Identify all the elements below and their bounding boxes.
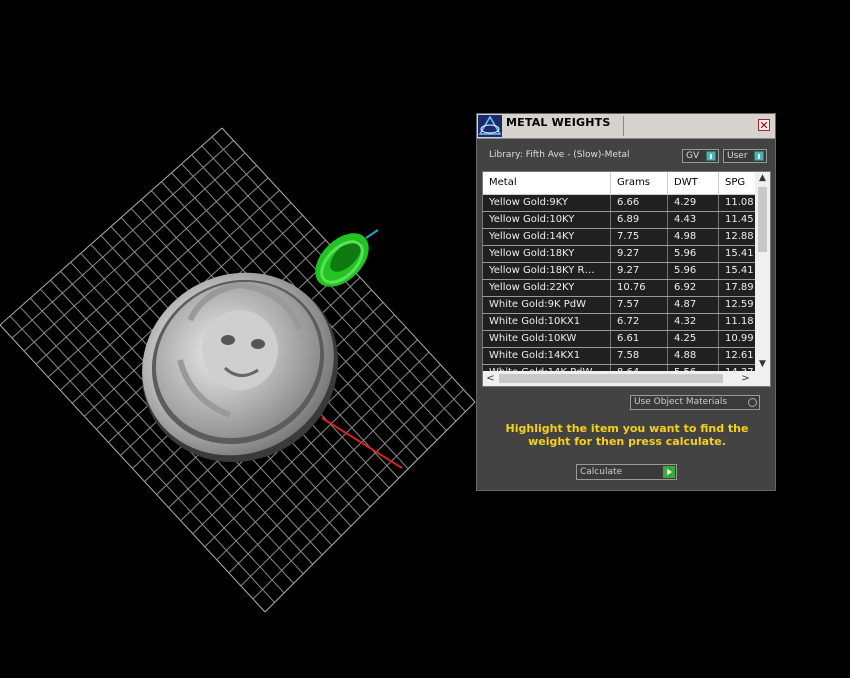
use-object-materials-label: Use Object Materials xyxy=(634,397,728,407)
panel-title: METAL WEIGHTS xyxy=(506,116,611,129)
table-row[interactable]: White Gold:10KW 6.61 4.25 10.99 xyxy=(483,331,755,348)
table-cell: 4.29 xyxy=(668,195,719,211)
close-icon[interactable]: ✕ xyxy=(758,119,770,131)
table-cell: 11.08 xyxy=(725,197,754,208)
table-row[interactable]: Yellow Gold:18KY 9.27 5.96 15.41 xyxy=(483,246,755,263)
table-cell: 11.45 xyxy=(725,214,754,225)
table-cell: 10.76 xyxy=(611,280,668,296)
table-cell: 7.75 xyxy=(611,229,668,245)
table-cell: Yellow Gold:18KY xyxy=(483,246,611,262)
table-cell: 12.59 xyxy=(725,299,754,310)
table-cell: 4.87 xyxy=(668,297,719,313)
scroll-down-icon[interactable]: ▼ xyxy=(755,358,770,371)
table-body: Yellow Gold:9KY 6.66 4.29 11.08 Yellow Gold:… xyxy=(483,195,755,382)
table-cell: 12.88 xyxy=(725,231,754,242)
table-cell: 11.18 xyxy=(725,316,754,327)
scroll-right-icon[interactable]: > xyxy=(738,371,753,386)
table-cell: 6.72 xyxy=(611,314,668,330)
column-header-metal[interactable]: Metal xyxy=(483,172,611,194)
toggle-switch-icon xyxy=(706,151,716,161)
metal-table[interactable]: Metal Grams DWT SPG Yellow Gold:9KY 6.66 4… xyxy=(482,171,771,387)
table-cell: 9.27 xyxy=(611,246,668,262)
table-row[interactable]: Yellow Gold:14KY 7.75 4.98 12.88 xyxy=(483,229,755,246)
table-header: Metal Grams DWT SPG xyxy=(483,172,755,195)
table-cell: Yellow Gold:9KY xyxy=(483,195,611,211)
table-cell: 6.66 xyxy=(611,195,668,211)
horizontal-scrollbar[interactable]: < > xyxy=(483,371,770,386)
scroll-left-icon[interactable]: < xyxy=(483,371,498,386)
title-divider xyxy=(623,116,624,136)
panel-titlebar[interactable]: METAL WEIGHTS ✕ xyxy=(477,114,775,139)
table-cell: White Gold:10KW xyxy=(483,331,611,347)
table-cell: 5.96 xyxy=(668,263,719,279)
table-cell: 4.32 xyxy=(668,314,719,330)
table-cell: 9.27 xyxy=(611,263,668,279)
lion-face xyxy=(202,310,278,390)
table-row[interactable]: Yellow Gold:10KY 6.89 4.43 11.45 xyxy=(483,212,755,229)
instruction-text: Highlight the item you want to find the … xyxy=(505,422,749,448)
table-cell: 17.89 xyxy=(725,282,754,293)
gv-toggle-label: GV xyxy=(686,151,700,161)
table-cell: Yellow Gold:10KY xyxy=(483,212,611,228)
column-header-dwt[interactable]: DWT xyxy=(668,172,719,194)
metal-weights-panel: METAL WEIGHTS ✕ Library: Fifth Ave - (Sl… xyxy=(476,113,776,491)
table-cell: 10.99 xyxy=(725,333,754,344)
toggle-switch-icon xyxy=(754,151,764,161)
table-cell: 15.41 xyxy=(725,248,754,259)
radio-icon[interactable] xyxy=(748,398,757,407)
table-row[interactable]: White Gold:9K PdW 7.57 4.87 12.59 xyxy=(483,297,755,314)
table-cell: 4.88 xyxy=(668,348,719,364)
use-object-materials-option[interactable]: Use Object Materials xyxy=(630,395,760,410)
user-toggle-label: User xyxy=(727,151,748,161)
table-cell: White Gold:10KX1 xyxy=(483,314,611,330)
table-cell: White Gold:9K PdW xyxy=(483,297,611,313)
library-label: Library: Fifth Ave - (Slow)-Metal xyxy=(489,150,630,160)
table-row[interactable]: Yellow Gold:22KY 10.76 6.92 17.89 xyxy=(483,280,755,297)
table-cell: 7.57 xyxy=(611,297,668,313)
column-header-grams[interactable]: Grams xyxy=(611,172,668,194)
table-cell: White Gold:14KX1 xyxy=(483,348,611,364)
pyramid-logo-icon xyxy=(478,115,502,137)
table-cell: 7.58 xyxy=(611,348,668,364)
gv-toggle[interactable]: GV xyxy=(682,149,719,163)
table-cell: Yellow Gold:18KY R… xyxy=(483,263,611,279)
table-cell: 12.61 xyxy=(725,350,754,361)
vertical-scroll-thumb[interactable] xyxy=(758,187,767,252)
table-cell: 6.92 xyxy=(668,280,719,296)
table-cell: 4.43 xyxy=(668,212,719,228)
x-axis-line xyxy=(321,417,403,469)
table-row[interactable]: White Gold:10KX1 6.72 4.32 11.18 xyxy=(483,314,755,331)
table-cell: Yellow Gold:22KY xyxy=(483,280,611,296)
table-cell: 6.89 xyxy=(611,212,668,228)
table-row[interactable]: White Gold:14KX1 7.58 4.88 12.61 xyxy=(483,348,755,365)
horizontal-scroll-thumb[interactable] xyxy=(499,374,723,383)
vertical-scrollbar[interactable]: ▲ ▼ xyxy=(755,172,770,371)
table-cell: 6.61 xyxy=(611,331,668,347)
table-cell: Yellow Gold:14KY xyxy=(483,229,611,245)
table-cell: 4.25 xyxy=(668,331,719,347)
table-row[interactable]: Yellow Gold:9KY 6.66 4.29 11.08 xyxy=(483,195,755,212)
play-arrow-icon[interactable] xyxy=(663,466,675,478)
table-cell: 4.98 xyxy=(668,229,719,245)
column-header-spg[interactable]: SPG xyxy=(719,172,759,194)
scroll-up-icon[interactable]: ▲ xyxy=(755,172,770,185)
calculate-label: Calculate xyxy=(580,467,623,477)
calculate-button[interactable]: Calculate xyxy=(576,464,677,480)
table-cell: 15.41 xyxy=(725,265,754,276)
user-toggle[interactable]: User xyxy=(723,149,767,163)
table-cell: 5.96 xyxy=(668,246,719,262)
table-row[interactable]: Yellow Gold:18KY R… 9.27 5.96 15.41 xyxy=(483,263,755,280)
